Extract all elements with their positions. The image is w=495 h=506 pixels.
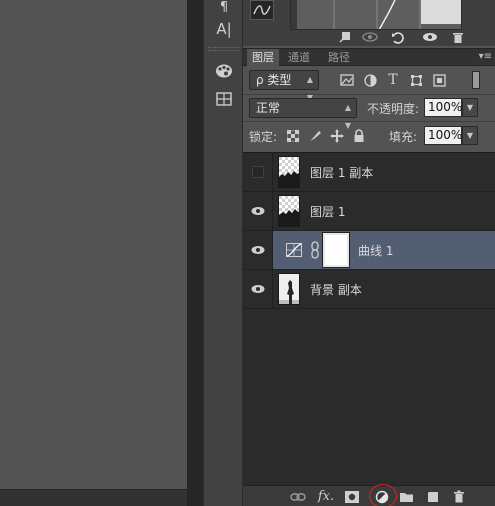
filter-type-letter: T bbox=[388, 72, 398, 88]
paragraph-icon[interactable]: ¶ bbox=[212, 0, 236, 15]
fill-dropdown-icon[interactable]: ▼ bbox=[462, 126, 478, 145]
curves-adjustment-icon[interactable] bbox=[286, 243, 302, 257]
view-previous-icon[interactable] bbox=[361, 30, 379, 44]
panel-menu-icon[interactable]: ▾≡ bbox=[479, 51, 492, 62]
layer-name[interactable]: 曲线 1 bbox=[358, 242, 393, 259]
layers-tabs: 图层 通道 路径 ▾≡ bbox=[243, 48, 495, 66]
eye-icon bbox=[251, 207, 264, 215]
panel-dock-gap bbox=[187, 0, 203, 506]
layer-visibility-toggle[interactable] bbox=[243, 270, 273, 308]
paragraph-glyph: ¶ bbox=[219, 0, 229, 15]
opacity-input[interactable]: 100% bbox=[424, 98, 462, 117]
layers-bottom-bar: fx. bbox=[243, 484, 495, 506]
tab-channels[interactable]: 通道 bbox=[283, 49, 315, 66]
tab-paths[interactable]: 路径 bbox=[323, 49, 355, 66]
filter-type-icon[interactable]: T bbox=[384, 71, 402, 89]
layer-thumbnail bbox=[278, 195, 300, 227]
layer-filter-select[interactable]: ρ 类型 ▲▼ bbox=[249, 70, 319, 102]
lock-all-icon[interactable] bbox=[351, 128, 367, 144]
eye-icon bbox=[251, 285, 264, 293]
clip-to-layer-icon[interactable] bbox=[337, 30, 355, 44]
reset-icon[interactable] bbox=[389, 30, 407, 44]
filter-shape-icon[interactable] bbox=[407, 71, 425, 89]
layer-name[interactable]: 图层 1 bbox=[310, 203, 345, 220]
canvas-status-bar bbox=[0, 489, 187, 506]
blend-mode-value: 正常 bbox=[256, 101, 281, 115]
add-mask-icon[interactable] bbox=[343, 489, 361, 504]
character-icon[interactable]: A| bbox=[212, 18, 236, 40]
layer-name[interactable]: 图层 1 副本 bbox=[310, 164, 373, 181]
row-divider bbox=[243, 94, 495, 95]
highlight-annotation bbox=[369, 484, 397, 506]
layer-visibility-toggle[interactable] bbox=[243, 231, 273, 269]
fx-label: fx. bbox=[317, 489, 335, 504]
curve-icon bbox=[253, 5, 271, 15]
lock-position-icon[interactable] bbox=[329, 128, 345, 144]
tab-layers[interactable]: 图层 bbox=[247, 49, 279, 66]
new-layer-icon[interactable] bbox=[423, 489, 441, 504]
layer-style-icon[interactable]: fx. bbox=[317, 489, 335, 504]
lock-label: 锁定: bbox=[249, 130, 278, 144]
fill-label: 填充: bbox=[389, 130, 418, 144]
tool-separator bbox=[208, 47, 240, 48]
layer-row-selected[interactable]: 曲线 1 bbox=[243, 231, 495, 270]
filter-pixel-icon[interactable] bbox=[338, 71, 356, 89]
layer-visibility-toggle[interactable] bbox=[243, 192, 273, 230]
blend-mode-select[interactable]: 正常 ▲ ▼ bbox=[249, 98, 357, 130]
filter-toggle-switch[interactable] bbox=[472, 71, 480, 89]
grid-icon[interactable] bbox=[212, 88, 236, 110]
right-panel: 图层 通道 路径 ▾≡ ρ 类型 ▲▼ T 正常 ▲▼ 不透明度: 100% ▼… bbox=[243, 0, 495, 506]
layer-list: 图层 1 副本 图层 1 曲线 1 背景 副本 bbox=[243, 152, 495, 485]
delete-icon[interactable] bbox=[449, 30, 467, 44]
chain-link-icon[interactable] bbox=[310, 241, 320, 259]
filter-label: ρ 类型 bbox=[256, 73, 292, 87]
curve-graph[interactable] bbox=[290, 0, 462, 30]
row-divider bbox=[243, 121, 495, 122]
tool-separator bbox=[208, 50, 240, 51]
layer-visibility-toggle[interactable] bbox=[243, 153, 273, 191]
curve-edit-tool[interactable] bbox=[250, 0, 274, 20]
visibility-icon[interactable] bbox=[421, 30, 439, 44]
document-canvas[interactable] bbox=[0, 0, 187, 506]
layer-thumbnail bbox=[278, 273, 300, 305]
fill-input[interactable]: 100% bbox=[424, 126, 462, 145]
properties-panel bbox=[243, 0, 495, 46]
character-glyph: A| bbox=[216, 20, 232, 38]
layer-mask-thumbnail[interactable] bbox=[323, 233, 349, 267]
properties-footer bbox=[243, 28, 495, 46]
swatches-icon[interactable] bbox=[212, 60, 236, 82]
layer-row[interactable]: 背景 副本 bbox=[243, 270, 495, 309]
lock-transparent-pixels-icon[interactable] bbox=[285, 128, 301, 144]
layer-name[interactable]: 背景 副本 bbox=[310, 281, 362, 298]
eye-icon bbox=[251, 246, 264, 254]
layer-row[interactable]: 图层 1 副本 bbox=[243, 153, 495, 192]
filter-adjustment-icon[interactable] bbox=[361, 71, 379, 89]
filter-smart-object-icon[interactable] bbox=[430, 71, 448, 89]
lock-image-pixels-icon[interactable] bbox=[307, 128, 323, 144]
new-group-icon[interactable] bbox=[397, 489, 415, 504]
layer-row[interactable]: 图层 1 bbox=[243, 192, 495, 231]
visibility-off-box bbox=[251, 166, 264, 178]
delete-layer-icon[interactable] bbox=[450, 489, 468, 504]
link-layers-icon[interactable] bbox=[289, 489, 307, 504]
panel-icon-column: ¶ A| bbox=[203, 0, 243, 506]
opacity-label: 不透明度: bbox=[367, 102, 420, 116]
opacity-dropdown-icon[interactable]: ▼ bbox=[462, 98, 478, 117]
layer-thumbnail bbox=[278, 156, 300, 188]
